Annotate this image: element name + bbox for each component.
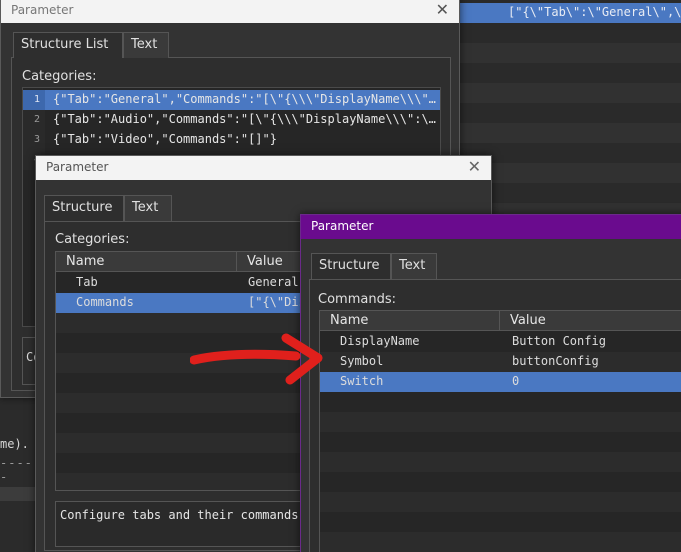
title-bar[interactable]: Parameter ✕ (36, 156, 491, 180)
dialog-title: Parameter (311, 219, 374, 233)
row-name: Commands (76, 295, 134, 309)
column-header-value[interactable]: Value (237, 252, 304, 272)
line-text: {"Tab":"General","Commands":"[\"{\\\"Dis… (53, 92, 436, 106)
row-name: Symbol (340, 354, 384, 368)
background-row (458, 83, 681, 103)
row-name: Switch (340, 374, 384, 388)
table-row[interactable]: DisplayName Button Config (320, 332, 681, 352)
parameter-dialog-3: Parameter Structure Text Commands: Name … (300, 214, 681, 552)
categories-label: Categories: (22, 69, 97, 84)
empty-row (56, 393, 304, 413)
row-value: Button Config (512, 334, 606, 348)
dialog-title: Parameter (11, 3, 74, 17)
row-value: General (248, 275, 299, 289)
background-row (458, 123, 681, 143)
editor-line[interactable]: 1 {"Tab":"General","Commands":"[\"{\\\"D… (23, 90, 440, 110)
column-header-name[interactable]: Name (320, 311, 500, 331)
title-bar[interactable]: Parameter ✕ (1, 0, 459, 23)
line-number: 1 (23, 90, 45, 110)
tab-structure[interactable]: Structure (311, 253, 391, 279)
categories-label: Categories: (55, 232, 130, 247)
table-row[interactable]: Switch 0 (320, 372, 681, 392)
description-box: Configure tabs and their commands (55, 501, 305, 547)
tab-text[interactable]: Text (391, 253, 437, 279)
background-left-dashes: ----- (0, 456, 33, 484)
editor-line[interactable]: 3 {"Tab":"Video","Commands":"[]"} (23, 130, 440, 150)
tab-text[interactable]: Text (124, 195, 172, 221)
line-number: 3 (23, 130, 45, 150)
background-left-panel: me). ----- (0, 390, 40, 552)
row-name: DisplayName (340, 334, 420, 348)
row-value: ["{\"Dis (248, 295, 305, 309)
line-number: 2 (23, 110, 45, 130)
line-text: {"Tab":"Video","Commands":"[]"} (53, 132, 277, 146)
empty-row (320, 492, 681, 512)
line-text: {"Tab":"Audio","Commands":"[\"{\\\"Displ… (53, 112, 436, 126)
table-row[interactable]: Tab General (56, 273, 304, 293)
close-icon[interactable]: ✕ (468, 157, 481, 176)
background-selected-row[interactable]: ["{\"Tab\":\"General\",\" (458, 3, 681, 23)
empty-row (320, 412, 681, 432)
tab-structure[interactable]: Structure (44, 195, 124, 221)
row-value: buttonConfig (512, 354, 599, 368)
title-bar[interactable]: Parameter (301, 215, 681, 239)
empty-row (56, 473, 304, 490)
background-scrollbar[interactable] (0, 487, 40, 501)
column-header-name[interactable]: Name (56, 252, 237, 272)
description-text: Configure tabs and their commands (60, 508, 299, 522)
tab-text[interactable]: Text (123, 32, 169, 58)
commands-label: Commands: (318, 292, 396, 307)
editor-line[interactable]: 2 {"Tab":"Audio","Commands":"[\"{\\\"Dis… (23, 110, 440, 130)
table-row[interactable]: Symbol buttonConfig (320, 352, 681, 372)
tab-structure-list[interactable]: Structure List (13, 32, 123, 58)
row-name: Tab (76, 275, 98, 289)
background-row (458, 43, 681, 63)
table-row[interactable]: Commands ["{\"Dis (56, 293, 304, 313)
empty-row (56, 433, 304, 453)
background-selected-row-text: ["{\"Tab\":\"General\",\" (508, 5, 681, 19)
red-arrow-icon (190, 333, 323, 385)
commands-grid[interactable]: Name Value DisplayName Button Config Sym… (319, 310, 681, 552)
close-icon[interactable]: ✕ (436, 0, 449, 19)
background-left-text: me). (0, 437, 29, 451)
row-value: 0 (512, 374, 520, 388)
empty-row (320, 532, 681, 552)
empty-row (320, 452, 681, 472)
column-header-value[interactable]: Value (500, 311, 681, 331)
dialog-title: Parameter (46, 160, 109, 174)
